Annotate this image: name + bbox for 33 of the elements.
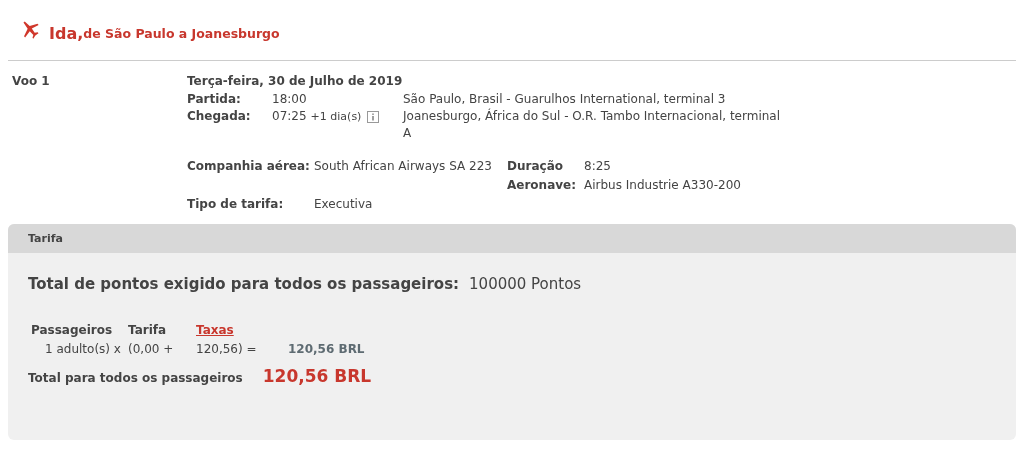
field-value: 8:25 xyxy=(584,158,612,175)
field-label: Duração xyxy=(507,158,564,175)
table-cell-text: 120,56 BRL xyxy=(288,342,366,356)
field-label: Chegada: xyxy=(187,108,252,125)
time-value: 18:00 xyxy=(272,91,307,108)
field-value: Airbus Industrie A330-200 xyxy=(584,177,742,194)
table-cell-text: 120,56) = xyxy=(196,342,258,356)
airport-location: Joanesburgo, África do Sul - O.R. Tambo Internacional, terminal A xyxy=(403,108,782,142)
flight-date: Terça-feira, 30 de Julho de 2019 xyxy=(187,73,404,90)
field-value: South African Airways SA 223 xyxy=(314,158,493,175)
time-value: 07:25 xyxy=(272,108,307,125)
page-title: Ida, xyxy=(49,23,84,43)
field-value: Executiva xyxy=(314,196,374,213)
info-icon[interactable] xyxy=(367,110,380,123)
points-value: 100000 Pontos xyxy=(469,275,582,293)
panel-title: Tarifa xyxy=(28,232,63,245)
table-cell-text: 1 adulto(s) x xyxy=(44,342,122,356)
table-cell-text: (0,00 + xyxy=(128,342,175,356)
route-title: de São Paulo a Joanesburgo xyxy=(83,25,280,41)
taxes-link[interactable]: Taxas xyxy=(196,323,288,337)
field-label: Tipo de tarifa: xyxy=(187,196,285,213)
field-label: Partida: xyxy=(187,91,242,108)
total-label: Total para todos os passageiros xyxy=(28,371,243,385)
field-label: Companhia aérea: xyxy=(187,158,311,175)
points-label: Total de pontos exigido para todos os passageiros: xyxy=(28,275,460,293)
total-price: 120,56 BRL xyxy=(262,366,372,386)
column-header: Passageiros xyxy=(31,323,114,337)
airport-location: São Paulo, Brasil - Guarulhos International, terminal 3 xyxy=(403,91,727,108)
column-header: Tarifa xyxy=(128,323,168,337)
flight-label: Voo 1 xyxy=(11,73,51,90)
field-label: Aeronave: xyxy=(507,177,577,194)
airplane-icon xyxy=(20,19,40,39)
day-offset: +1 dia(s) xyxy=(310,109,362,125)
